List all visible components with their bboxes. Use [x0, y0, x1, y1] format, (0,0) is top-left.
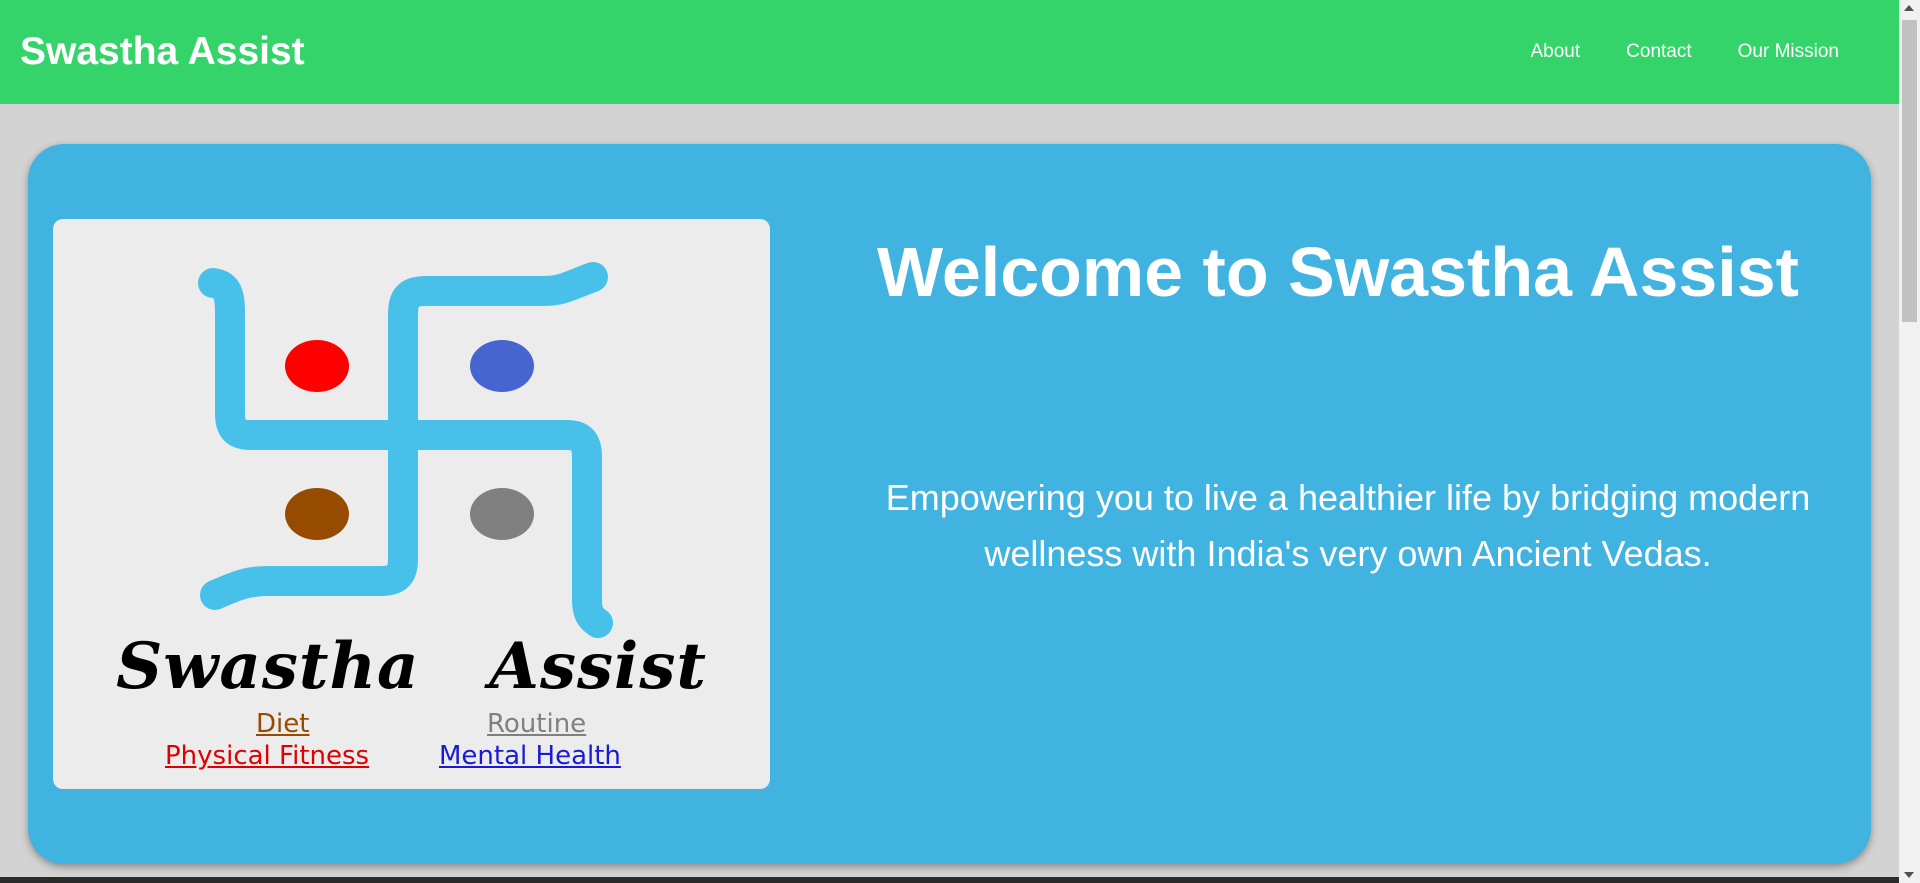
- hero-card: Swastha Assist Diet Routine Physical Fit…: [28, 144, 1871, 864]
- nav-link-contact[interactable]: Contact: [1626, 41, 1691, 63]
- routine-link[interactable]: Routine: [487, 709, 586, 739]
- mental-health-link[interactable]: Mental Health: [439, 741, 621, 771]
- scroll-down-icon[interactable]: [1904, 872, 1914, 878]
- physical-fitness-link[interactable]: Physical Fitness: [165, 741, 369, 771]
- navbar: Swastha Assist About Contact Our Mission: [0, 0, 1899, 104]
- diet-link[interactable]: Diet: [256, 709, 309, 739]
- hero-title: Welcome to Swastha Assist: [877, 233, 1799, 311]
- nav-link-our-mission[interactable]: Our Mission: [1738, 41, 1839, 63]
- scroll-up-icon[interactable]: [1904, 5, 1914, 11]
- vertical-scrollbar[interactable]: [1899, 0, 1920, 883]
- taskbar-edge: [0, 877, 1899, 883]
- brand-title[interactable]: Swastha Assist: [20, 30, 305, 74]
- swastika-logo-icon: [198, 262, 613, 638]
- dot-brown: [285, 488, 349, 540]
- dot-gray: [470, 488, 534, 540]
- nav-link-about[interactable]: About: [1531, 41, 1581, 63]
- dot-red: [285, 340, 349, 392]
- hero-subtitle: Empowering you to live a healthier life …: [885, 477, 1811, 574]
- nav-links: About Contact Our Mission: [1531, 41, 1840, 63]
- logo-card: Swastha Assist Diet Routine Physical Fit…: [53, 219, 770, 789]
- dot-blue: [470, 340, 534, 392]
- scroll-thumb[interactable]: [1902, 20, 1917, 322]
- logo-script-title: Swastha Assist: [116, 629, 707, 704]
